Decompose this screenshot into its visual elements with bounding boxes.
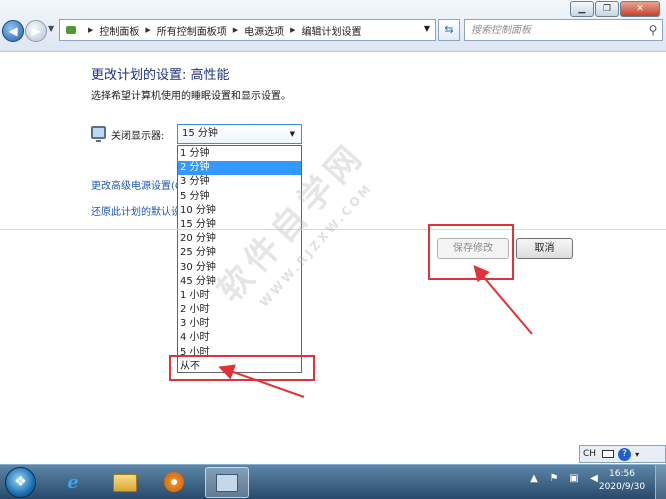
cancel-button[interactable]: 取消 (516, 238, 573, 259)
action-center-flag-icon[interactable]: ⚑ (547, 472, 561, 486)
address-dropdown-icon[interactable]: ▼ (424, 24, 430, 33)
tray-expand-icon[interactable]: ▲ (527, 472, 541, 486)
clock-time: 16:56 (609, 469, 635, 479)
language-options-icon[interactable]: ▾ (635, 450, 639, 459)
show-desktop-button[interactable] (655, 465, 666, 499)
search-input[interactable] (465, 21, 644, 39)
advanced-settings-link[interactable]: 更改高级电源设置(C) (91, 177, 177, 192)
media-player-icon (164, 472, 184, 492)
chevron-down-icon: ▼ (48, 24, 55, 33)
option-4-hour[interactable]: 4 小时 (178, 331, 301, 345)
recent-pages-dropdown[interactable]: ▼ (48, 24, 54, 33)
display-off-select[interactable]: 15 分钟 ▼ (177, 124, 302, 144)
display-off-selected-value: 15 分钟 (182, 128, 218, 139)
folder-icon (113, 474, 137, 492)
chevron-right-icon[interactable]: ▶ (145, 26, 150, 34)
chevron-down-icon: ▼ (289, 130, 295, 138)
page-subtitle: 选择希望计算机使用的睡眠设置和显示设置。 (91, 91, 291, 102)
restore-defaults-link[interactable]: 还原此计划的默认设置 (91, 203, 177, 218)
search-icon[interactable]: ⚲ (644, 23, 662, 37)
windows-logo-icon: ❖ (14, 474, 27, 490)
breadcrumb-all-items[interactable]: 所有控制面板项 (157, 23, 227, 38)
breadcrumb-control-panel[interactable]: 控制面板 (99, 23, 139, 38)
keyboard-icon[interactable] (602, 450, 615, 458)
forward-button[interactable]: ▶ (25, 20, 47, 42)
maximize-button[interactable]: ❐ (595, 1, 619, 17)
page-title: 更改计划的设置: 高性能 (91, 68, 230, 83)
minimize-button[interactable]: ▁ (570, 1, 594, 17)
address-bar[interactable]: ▶ 控制面板 ▶ 所有控制面板项 ▶ 电源选项 ▶ 编辑计划设置 ▼ (59, 19, 436, 41)
option-1-min[interactable]: 1 分钟 (178, 147, 301, 161)
breadcrumb-edit-plan[interactable]: 编辑计划设置 (302, 23, 362, 38)
taskbar-media-player[interactable] (152, 467, 196, 498)
taskbar-control-panel[interactable] (205, 467, 249, 498)
language-indicator[interactable]: CH (583, 449, 596, 459)
close-button[interactable]: ✕ (620, 1, 660, 17)
arrow-left-icon: ◀ (8, 24, 18, 38)
window-controls: ▁ ❐ ✕ (569, 1, 660, 17)
display-off-label: 关闭显示器: (111, 131, 165, 142)
option-3-hour[interactable]: 3 小时 (178, 317, 301, 331)
control-panel-icon (64, 23, 78, 37)
refresh-button[interactable]: ⇆ (438, 19, 460, 41)
annotation-box-never (169, 355, 315, 381)
chevron-right-icon[interactable]: ▶ (290, 26, 295, 34)
taskbar-internet-explorer[interactable]: e (51, 467, 95, 498)
taskbar-explorer[interactable] (103, 467, 147, 498)
help-icon[interactable]: ? (618, 447, 632, 461)
chevron-right-icon[interactable]: ▶ (233, 26, 238, 34)
option-2-min[interactable]: 2 分钟 (178, 161, 301, 176)
back-button[interactable]: ◀ (2, 20, 24, 42)
option-3-min[interactable]: 3 分钟 (178, 175, 301, 189)
annotation-box-save (428, 224, 514, 280)
start-button[interactable]: ❖ (5, 467, 36, 498)
language-bar[interactable]: CH ? ▾ (579, 445, 666, 463)
search-box[interactable]: ⚲ (464, 19, 663, 41)
taskbar-clock[interactable]: 16:56 2020/9/30 (592, 468, 652, 494)
monitor-icon (91, 126, 106, 142)
internet-explorer-icon: e (67, 472, 79, 493)
control-panel-icon (216, 474, 238, 492)
breadcrumb-power-options[interactable]: 电源选项 (244, 23, 284, 38)
navigation-bar: ▁ ❐ ✕ ◀ ▶ ▼ ▶ 控制面板 ▶ 所有控制面板项 ▶ 电源选项 ▶ 编辑… (0, 0, 666, 52)
breadcrumb: ▶ 控制面板 ▶ 所有控制面板项 ▶ 电源选项 ▶ 编辑计划设置 (82, 23, 362, 38)
clock-date: 2020/9/30 (598, 482, 646, 492)
refresh-icon: ⇆ (444, 23, 454, 36)
arrow-right-icon: ▶ (31, 24, 41, 38)
network-icon[interactable]: ▣ (567, 472, 581, 486)
chevron-right-icon[interactable]: ▶ (88, 26, 93, 34)
